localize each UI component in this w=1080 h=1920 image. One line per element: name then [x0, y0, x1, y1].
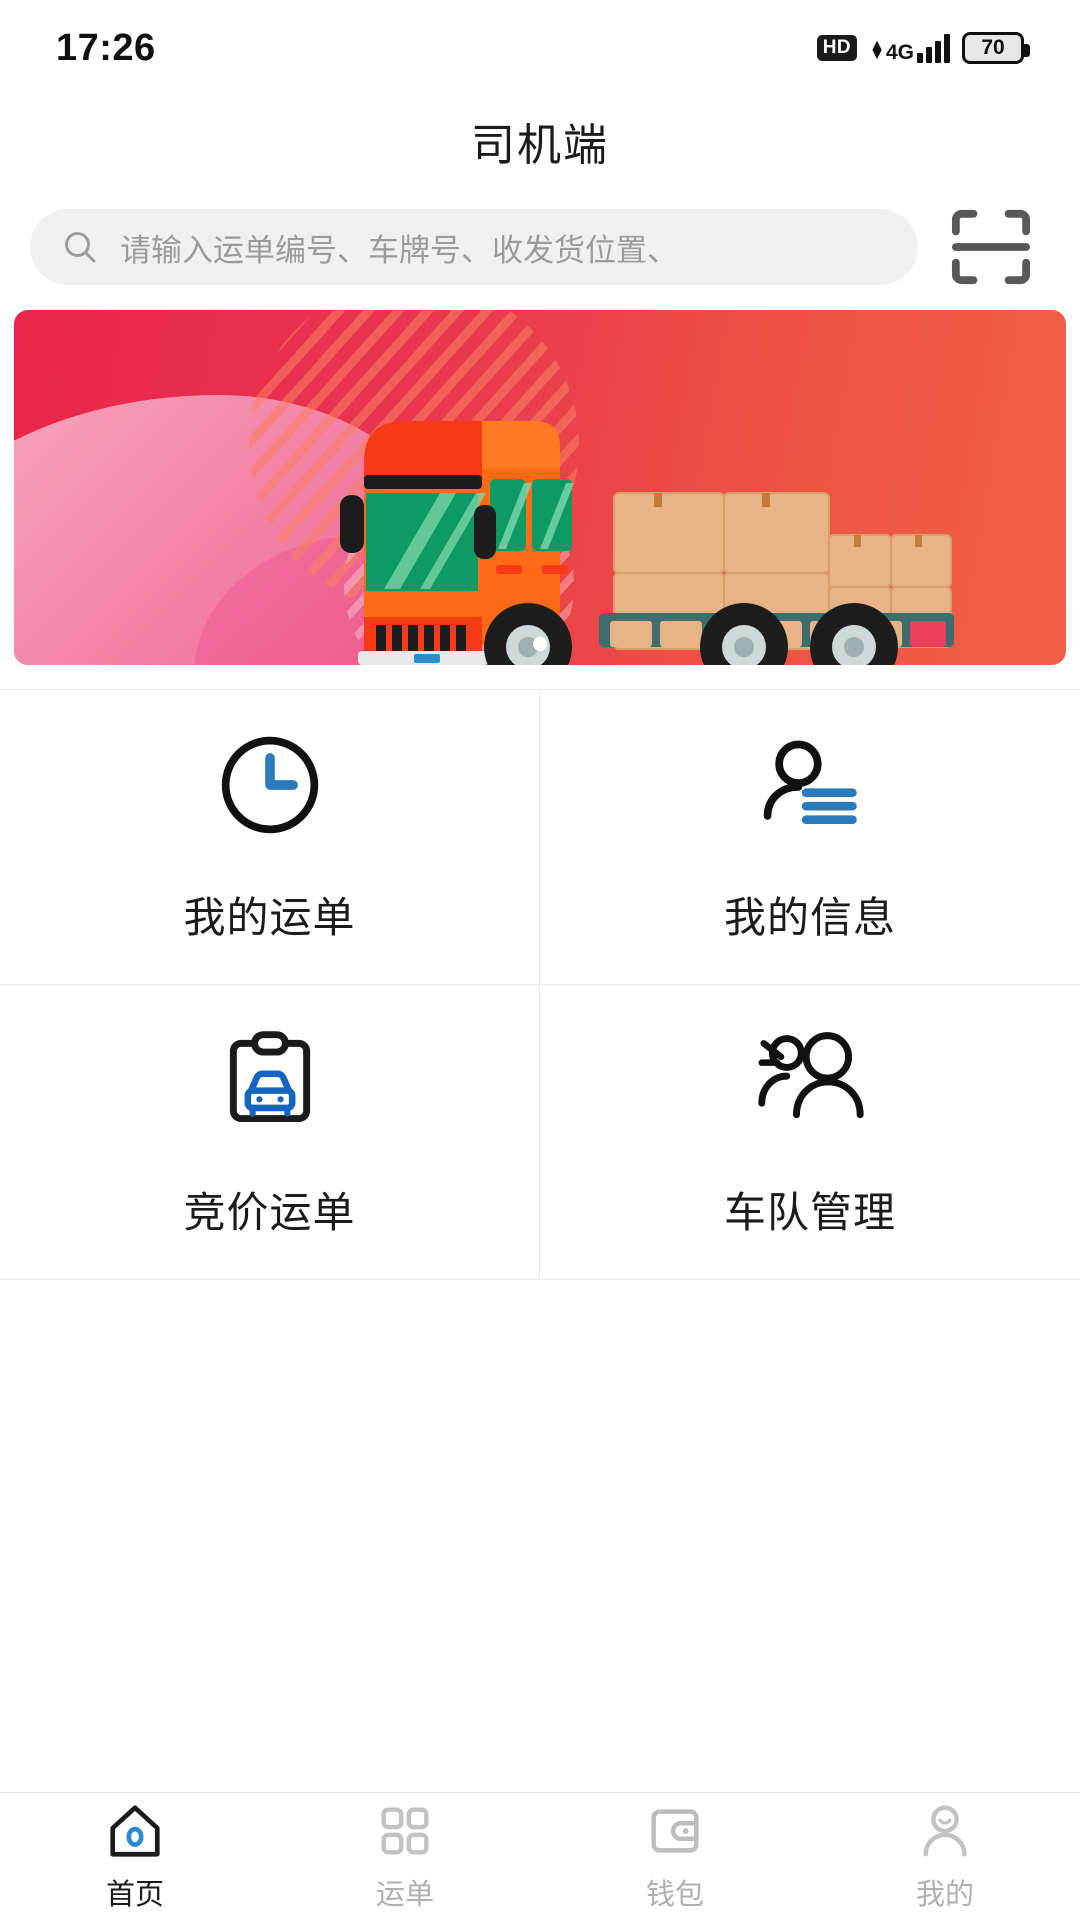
signal-icon: ▲ ▼ 4G	[869, 33, 950, 63]
tab-label: 运单	[375, 1879, 434, 1911]
team-group-icon	[754, 1025, 866, 1135]
side-mirror-2	[474, 505, 496, 559]
battery-icon: 70	[962, 32, 1030, 64]
menu-item-my-waybill[interactable]: 我的运单	[0, 690, 540, 985]
tab-wallet[interactable]: 钱包	[540, 1793, 810, 1920]
wallet-icon	[651, 1809, 699, 1853]
menu-item-label: 我的运单	[183, 893, 356, 941]
search-placeholder: 请输入运单编号、车牌号、收发货位置、	[120, 232, 678, 268]
search-row: 请输入运单编号、车牌号、收发货位置、	[0, 186, 1080, 310]
search-icon	[65, 232, 96, 263]
battery-level: 70	[981, 36, 1005, 59]
tab-label: 钱包	[645, 1879, 704, 1911]
user-lines-icon	[756, 730, 864, 840]
status-bar: 17:26 HD ▲ ▼ 4G 70	[0, 0, 1080, 96]
scan-qr-icon[interactable]	[946, 204, 1036, 290]
search-input[interactable]: 请输入运单编号、车牌号、收发货位置、	[30, 209, 918, 285]
tab-home[interactable]: 首页	[0, 1793, 270, 1920]
tab-waybill[interactable]: 运单	[270, 1793, 540, 1920]
data-arrows-icon: ▲ ▼	[869, 37, 885, 63]
tab-label: 首页	[105, 1879, 164, 1911]
page-title-bar: 司机端	[0, 96, 1080, 186]
menu-grid: 我的运单 我的信息 竞价运单 车队管理	[0, 689, 1080, 1280]
clock-icon	[216, 730, 324, 840]
page-title: 司机端	[471, 121, 609, 170]
menu-item-label: 我的信息	[723, 893, 896, 941]
menu-item-label: 车队管理	[723, 1188, 896, 1236]
app-screen: 17:26 HD ▲ ▼ 4G 70 司机端 请输入运单编号、车牌号、收发货位置…	[0, 0, 1080, 1920]
person-icon	[923, 1805, 967, 1857]
hd-icon: HD	[816, 35, 858, 61]
network-type-label: 4G	[885, 41, 914, 64]
signal-bars-icon	[917, 33, 950, 63]
side-mirror	[340, 495, 364, 553]
truck-illustration	[340, 421, 954, 665]
clipboard-car-icon	[216, 1025, 324, 1135]
home-icon	[110, 1805, 160, 1857]
scan-qr-glyph	[951, 209, 1031, 285]
bottom-tab-bar: 首页 运单 钱包 我的	[0, 1792, 1080, 1920]
menu-item-bid-waybill[interactable]: 竞价运单	[0, 985, 540, 1280]
banner-slide[interactable]	[14, 310, 1066, 665]
menu-item-my-info[interactable]: 我的信息	[540, 690, 1080, 985]
menu-item-fleet-management[interactable]: 车队管理	[540, 985, 1080, 1280]
grid-icon	[381, 1807, 429, 1855]
tab-mine[interactable]: 我的	[810, 1793, 1080, 1920]
menu-item-label: 竞价运单	[183, 1188, 356, 1236]
banner-carousel[interactable]	[0, 310, 1080, 665]
tab-label: 我的	[915, 1879, 974, 1911]
banner-pagination[interactable]	[14, 637, 1066, 651]
status-indicators: HD ▲ ▼ 4G 70	[816, 32, 1030, 64]
pagination-dot-active[interactable]	[533, 637, 547, 651]
status-time: 17:26	[56, 26, 156, 69]
